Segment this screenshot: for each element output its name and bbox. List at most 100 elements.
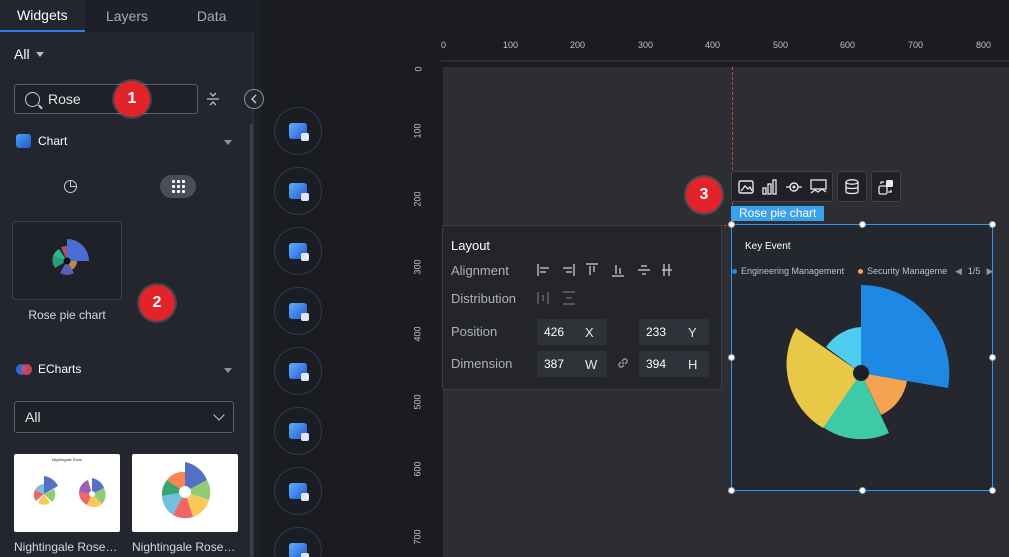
align-top-icon[interactable] [587, 263, 601, 275]
rail-widget-2[interactable] [274, 167, 322, 215]
ruler-x-label: 500 [773, 40, 789, 50]
database-icon[interactable] [842, 177, 862, 197]
echarts-item-nightingale-2[interactable] [132, 454, 238, 532]
widget-type-icon [289, 243, 309, 261]
distribute-horizontal-icon[interactable] [537, 291, 551, 303]
ruler-x-label: 300 [638, 40, 654, 50]
collapse-all-icon[interactable] [206, 90, 220, 108]
widget-type-icon [289, 543, 309, 557]
widget-card-rose-pie-chart[interactable] [12, 221, 122, 300]
collapse-panel-button[interactable] [244, 89, 264, 109]
align-right-icon[interactable] [563, 263, 577, 275]
link-icon[interactable] [616, 356, 630, 370]
alignment-label: Alignment [451, 263, 509, 278]
align-horizontal-center-icon[interactable] [663, 263, 677, 275]
resize-handle-w[interactable] [728, 354, 735, 361]
rose-center-hole [853, 365, 869, 381]
section-echarts-label: ECharts [38, 362, 82, 376]
rail-widget-4[interactable] [274, 287, 322, 335]
widget-label-rose-pie-chart: Rose pie chart [28, 308, 106, 322]
pie-view-button[interactable] [58, 175, 82, 198]
widget-type-icon [289, 183, 309, 201]
search-value: Rose [48, 91, 81, 107]
ruler-y-label: 400 [412, 326, 423, 342]
tab-data[interactable]: Data [169, 0, 254, 32]
image-icon[interactable] [736, 177, 756, 197]
alignment-icons [537, 263, 672, 277]
category-filter[interactable]: All [14, 46, 44, 62]
eye-icon[interactable] [784, 177, 804, 197]
legend-label: Security Manageme [867, 266, 948, 276]
distribute-vertical-icon[interactable] [563, 291, 577, 303]
resize-handle-s[interactable] [859, 487, 866, 494]
legend-page-indicator: 1/5 [967, 266, 981, 276]
chevron-down-icon [213, 409, 225, 421]
align-vertical-center-icon[interactable] [639, 263, 653, 275]
legend-item[interactable]: Security Manageme [858, 266, 947, 276]
ruler-x-label: 800 [976, 40, 992, 50]
ruler-y-label: 0 [413, 66, 424, 72]
rail-widget-6[interactable] [274, 407, 322, 455]
ruler-y-label: 200 [412, 191, 423, 207]
ruler-y-label: 700 [412, 529, 423, 545]
align-left-icon[interactable] [537, 263, 551, 275]
position-x-input[interactable]: 426 [537, 319, 607, 345]
rail-widget-5[interactable] [274, 347, 322, 395]
rail-widget-7[interactable] [274, 467, 322, 515]
ruler-horizontal: 0 100 200 300 400 500 600 700 800 [441, 34, 1009, 62]
position-y-value: 233 [646, 325, 667, 339]
search-icon [25, 91, 40, 107]
echarts-item-nightingale-1[interactable]: Nightingale Rose [14, 454, 120, 532]
chart-title: Key Event [745, 241, 791, 252]
resize-handle-n[interactable] [859, 221, 866, 228]
tab-layers[interactable]: Layers [85, 0, 170, 32]
echarts-item-label-2: Nightingale Rose… [132, 540, 236, 554]
legend-pager: ◀ 1/5 ▶ [955, 266, 993, 277]
position-x-axis-label: X [585, 325, 594, 340]
bar-chart-icon[interactable] [760, 177, 780, 197]
caret-left-icon[interactable]: ◀ [955, 266, 962, 277]
rail-widget-1[interactable] [274, 107, 322, 155]
interaction-icon[interactable] [876, 177, 896, 197]
section-chart[interactable]: Chart [16, 134, 67, 148]
position-y-input[interactable]: 233 [639, 319, 709, 345]
resize-handle-ne[interactable] [989, 221, 996, 228]
nightingale-thumbnail-icon [161, 462, 211, 519]
pie-view-icon [63, 180, 77, 193]
echarts-item-label-1: Nightingale Rose… [14, 540, 118, 554]
ruler-x-label: 700 [908, 40, 924, 50]
layout-panel: Layout Alignment Distribution Position D… [442, 225, 722, 390]
layout-panel-title: Layout [451, 238, 491, 253]
legend-item[interactable]: Engineering Management [732, 266, 844, 276]
position-label: Position [451, 324, 498, 339]
widget-type-icon [289, 483, 309, 501]
distribution-label: Distribution [451, 291, 517, 306]
dimension-height-input[interactable]: 394 [639, 351, 709, 377]
resize-handle-nw[interactable] [728, 221, 735, 228]
grid-view-button[interactable] [160, 175, 196, 198]
rose-pie-thumbnail-icon [52, 238, 89, 275]
rail-widget-3[interactable] [274, 227, 322, 275]
section-chart-caret-icon[interactable] [224, 140, 232, 145]
resize-handle-se[interactable] [989, 487, 996, 494]
panel-scrollbar[interactable] [250, 124, 253, 557]
dimension-height-value: 394 [646, 357, 667, 371]
align-bottom-icon[interactable] [613, 263, 627, 275]
widget-type-icon [289, 303, 309, 321]
legend-label: Engineering Management [741, 266, 845, 276]
rose-pie-chart [786, 284, 950, 440]
category-filter-label: All [14, 46, 30, 62]
echarts-filter-select[interactable]: All [14, 401, 234, 433]
widget-toolbar [731, 171, 901, 202]
monitor-chart-icon[interactable] [808, 177, 828, 197]
selected-widget-tag: Rose pie chart [731, 206, 825, 221]
tab-widgets[interactable]: Widgets [0, 0, 85, 32]
search-input[interactable]: Rose [14, 84, 198, 114]
section-echarts[interactable]: ECharts [16, 362, 81, 376]
section-echarts-caret-icon[interactable] [224, 368, 232, 373]
resize-handle-sw[interactable] [728, 487, 735, 494]
ruler-x-label: 100 [503, 40, 519, 50]
resize-handle-e[interactable] [989, 354, 996, 361]
caret-right-icon[interactable]: ▶ [986, 266, 993, 277]
widget-type-icon [289, 363, 309, 381]
